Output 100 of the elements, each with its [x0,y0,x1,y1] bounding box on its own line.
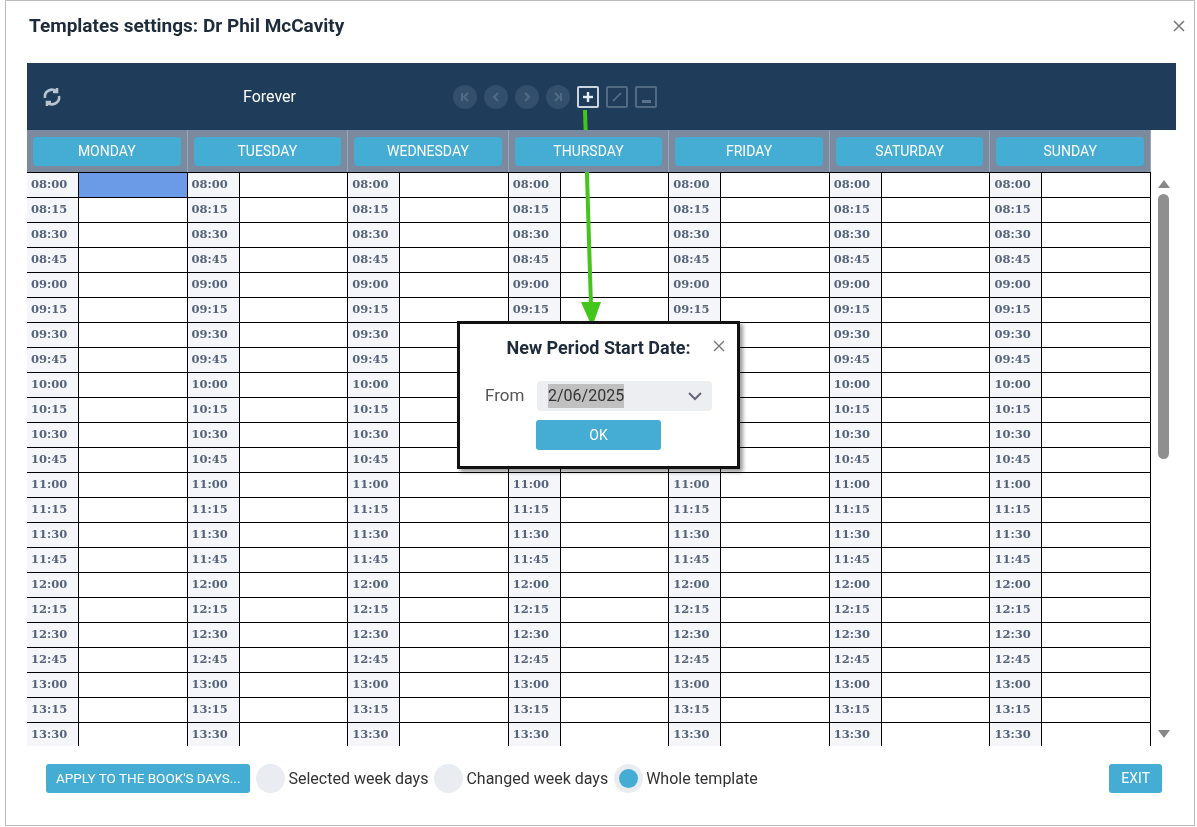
time-cell: 13:00 [508,672,561,697]
time-cell: 13:15 [348,697,401,722]
time-cell: 11:15 [348,497,401,522]
time-cell: 11:15 [27,497,79,522]
time-cell: 09:45 [27,347,79,372]
time-cell: 11:45 [829,547,882,572]
time-cell: 11:45 [187,547,240,572]
time-cell: 12:45 [829,647,882,672]
time-cell: 12:00 [187,572,240,597]
time-cell: 11:30 [669,522,722,547]
time-cell: 12:00 [669,572,722,597]
period-label: Forever [243,85,297,108]
time-cell: 09:15 [990,297,1043,322]
time-cell: 09:45 [990,347,1043,372]
time-cell: 12:15 [348,597,401,622]
time-cell: 11:00 [27,472,79,497]
time-cell: 12:45 [508,647,561,672]
time-cell: 11:45 [27,547,79,572]
time-cell: 12:15 [669,597,722,622]
time-cell: 09:00 [508,272,561,297]
time-cell: 13:00 [27,672,79,697]
time-cell: 11:00 [990,472,1043,497]
time-cell: 08:30 [990,222,1043,247]
time-cell: 11:15 [508,497,561,522]
time-cell: 09:15 [27,297,79,322]
time-cell: 08:00 [829,172,882,197]
time-cell: 08:30 [187,222,240,247]
time-cell: 10:00 [990,372,1043,397]
time-cell: 09:00 [829,272,882,297]
time-cell: 08:45 [829,247,882,272]
time-cell: 10:45 [829,447,882,472]
time-cell: 12:30 [27,622,79,647]
time-cell: 09:45 [829,347,882,372]
time-cell: 10:30 [990,422,1043,447]
time-cell: 10:30 [829,422,882,447]
time-cell: 10:15 [990,397,1043,422]
time-cell: 08:30 [669,222,722,247]
time-cell: 08:15 [990,197,1043,222]
time-cell: 13:00 [990,672,1043,697]
time-cell: 12:00 [829,572,882,597]
field-label: From [485,384,526,408]
time-cell: 09:15 [348,297,401,322]
time-cell: 11:00 [829,472,882,497]
time-cell: 12:15 [508,597,561,622]
time-cell: 10:30 [187,422,240,447]
time-cell: 12:30 [508,622,561,647]
time-cell: 12:30 [829,622,882,647]
time-cell: 10:30 [27,422,79,447]
time-cell: 13:15 [187,697,240,722]
time-cell: 09:30 [990,322,1043,347]
time-cell: 08:15 [348,197,401,222]
time-cell: 10:00 [27,372,79,397]
time-cell: 08:45 [508,247,561,272]
time-cell: 08:15 [829,197,882,222]
time-cell: 12:45 [348,647,401,672]
time-cell: 08:00 [27,172,79,197]
time-cell: 12:00 [508,572,561,597]
time-cell: 10:45 [27,447,79,472]
time-cell: 11:30 [27,522,79,547]
time-cell: 08:00 [990,172,1043,197]
time-cell: 11:15 [669,497,722,522]
window-title: Templates settings: Dr Phil McCavity [29,12,345,39]
time-cell: 09:15 [187,297,240,322]
time-cell: 08:30 [508,222,561,247]
time-cell: 13:15 [669,697,722,722]
time-cell: 11:45 [990,547,1043,572]
time-cell: 13:00 [829,672,882,697]
time-cell: 10:00 [829,372,882,397]
time-cell: 13:30 [27,722,79,746]
time-cell: 08:00 [348,172,401,197]
time-cell: 11:00 [348,472,401,497]
time-cell: 13:15 [829,697,882,722]
time-cell: 08:45 [27,247,79,272]
time-cell: 13:30 [348,722,401,746]
time-cell: 10:30 [348,422,401,447]
time-cell: 08:15 [508,197,561,222]
time-cell: 12:15 [829,597,882,622]
time-cell: 09:30 [348,322,401,347]
time-cell: 11:30 [508,522,561,547]
time-cell: 13:30 [829,722,882,746]
time-cell: 13:30 [669,722,722,746]
time-cell: 13:15 [27,697,79,722]
time-cell: 08:45 [187,247,240,272]
time-cell: 09:30 [187,322,240,347]
time-cell: 13:00 [669,672,722,697]
time-cell: 12:30 [348,622,401,647]
time-cell: 10:15 [187,397,240,422]
time-cell: 10:15 [348,397,401,422]
time-cell: 10:15 [27,397,79,422]
time-cell: 08:30 [27,222,79,247]
time-cell: 11:45 [348,547,401,572]
time-cell: 12:45 [27,647,79,672]
time-cell: 11:15 [187,497,240,522]
time-cell: 09:00 [348,272,401,297]
time-cell: 08:15 [669,197,722,222]
time-cell: 09:45 [187,347,240,372]
time-cell: 08:30 [829,222,882,247]
time-cell: 09:30 [829,322,882,347]
dialog-title: New Period Start Date: [506,336,691,360]
time-cell: 08:45 [348,247,401,272]
